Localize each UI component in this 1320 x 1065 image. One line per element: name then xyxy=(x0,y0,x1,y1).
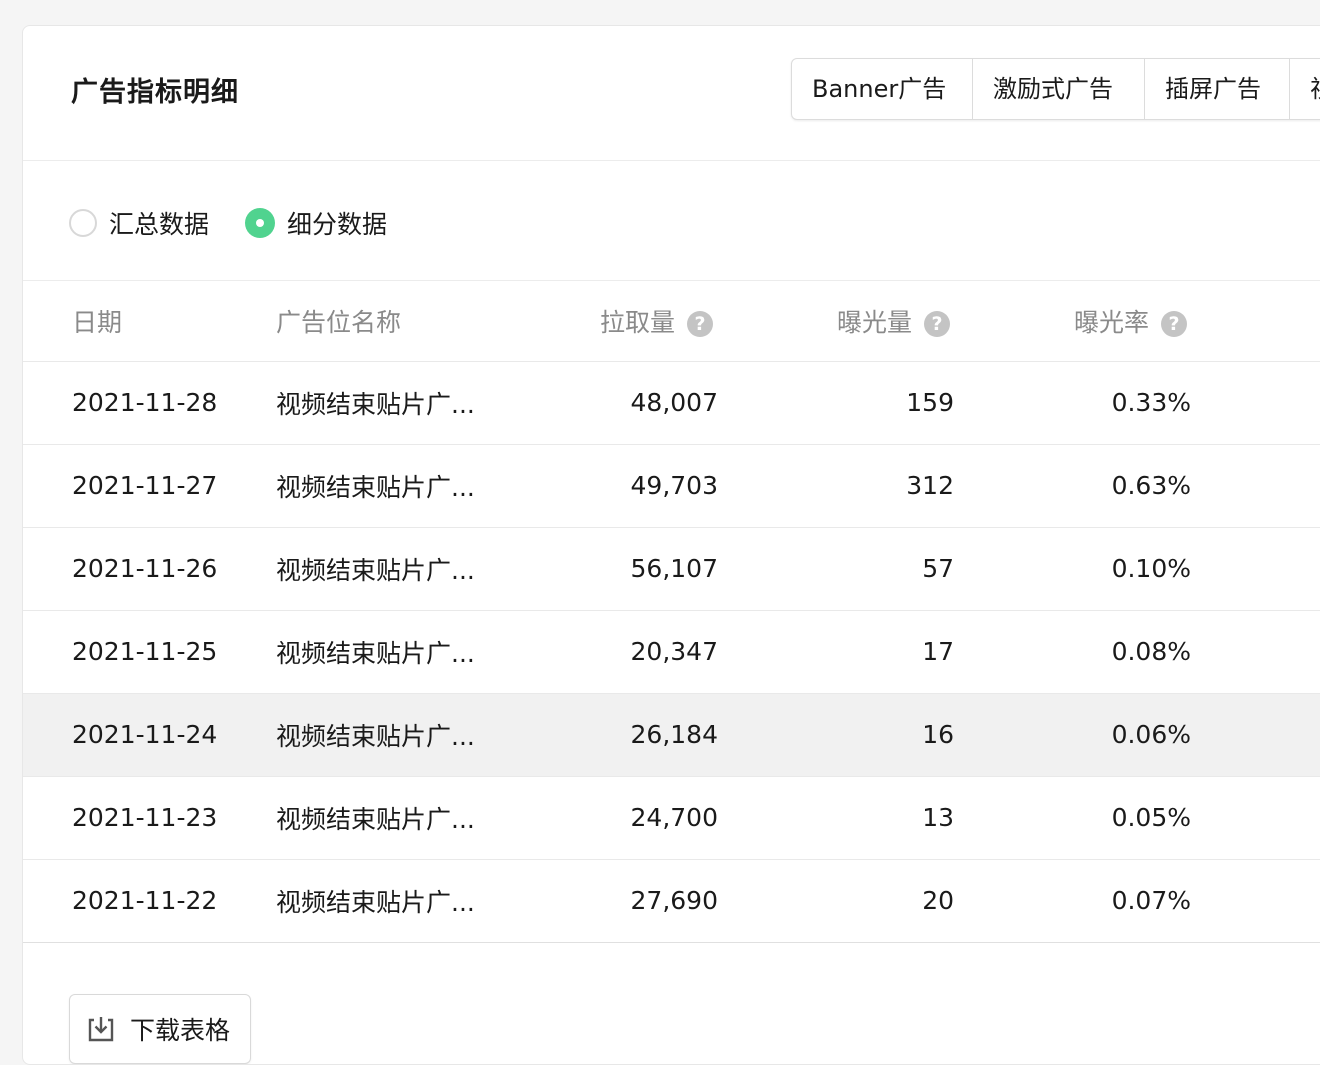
radio-breakdown-label: 细分数据 xyxy=(287,210,388,239)
cell-pull: 26,184 xyxy=(481,693,718,777)
data-mode-row: 汇总数据 细分数据 xyxy=(23,161,1320,281)
column-header-exposure: 曝光量? xyxy=(718,281,955,362)
download-label: 下载表格 xyxy=(130,1016,231,1045)
cell-rate: 0.05% xyxy=(955,776,1192,860)
tab-interstitial[interactable]: 插屏广告 xyxy=(1145,59,1290,119)
cell-rest xyxy=(1192,444,1320,528)
cell-exposure: 159 xyxy=(718,361,955,445)
cell-ad-slot: 视频结束贴片广... xyxy=(276,693,481,777)
cell-pull: 20,347 xyxy=(481,610,718,694)
download-table-button[interactable]: 下载表格 xyxy=(69,994,251,1064)
cell-exposure: 312 xyxy=(718,444,955,528)
cell-ad-slot: 视频结束贴片广... xyxy=(276,527,481,611)
help-icon[interactable]: ? xyxy=(1161,310,1187,337)
cell-date: 2021-11-26 xyxy=(23,527,276,611)
cell-rate: 0.06% xyxy=(955,693,1192,777)
table-row: 2021-11-27 视频结束贴片广... 49,703 312 0.63% xyxy=(23,444,1320,528)
cell-date: 2021-11-24 xyxy=(23,693,276,777)
radio-checked-icon xyxy=(245,208,275,238)
ad-metrics-card: 广告指标明细 Banner广告 激励式广告 插屏广告 视 汇总数据 细分数据 日… xyxy=(22,25,1320,1065)
cell-pull: 27,690 xyxy=(481,859,718,943)
help-icon[interactable]: ? xyxy=(687,310,713,337)
cell-date: 2021-11-22 xyxy=(23,859,276,943)
table-row: 2021-11-25 视频结束贴片广... 20,347 17 0.08% xyxy=(23,610,1320,694)
cell-pull: 49,703 xyxy=(481,444,718,528)
cell-rate: 0.10% xyxy=(955,527,1192,611)
radio-summary-label: 汇总数据 xyxy=(109,210,210,239)
cell-pull: 48,007 xyxy=(481,361,718,445)
cell-rate: 0.33% xyxy=(955,361,1192,445)
cell-ad-slot: 视频结束贴片广... xyxy=(276,361,481,445)
cell-rest xyxy=(1192,859,1320,943)
column-header-date: 日期 xyxy=(23,281,276,362)
cell-exposure: 57 xyxy=(718,527,955,611)
download-icon xyxy=(88,1017,114,1042)
cell-exposure: 13 xyxy=(718,776,955,860)
column-header-ad-slot: 广告位名称 xyxy=(276,281,481,362)
column-header-rest xyxy=(1192,281,1320,362)
cell-date: 2021-11-28 xyxy=(23,361,276,445)
cell-rate: 0.07% xyxy=(955,859,1192,943)
help-icon[interactable]: ? xyxy=(924,310,950,337)
table-row: 2021-11-28 视频结束贴片广... 48,007 159 0.33% xyxy=(23,361,1320,445)
metrics-table: 日期 广告位名称 拉取量? 曝光量? 曝光率? 2021-11-28 视频结束贴… xyxy=(23,281,1320,943)
cell-pull: 56,107 xyxy=(481,527,718,611)
radio-summary[interactable]: 汇总数据 xyxy=(69,205,209,241)
cell-rest xyxy=(1192,361,1320,445)
table-row: 2021-11-23 视频结束贴片广... 24,700 13 0.05% xyxy=(23,776,1320,860)
radio-unchecked-icon xyxy=(69,209,97,237)
cell-rest xyxy=(1192,776,1320,860)
cell-rate: 0.08% xyxy=(955,610,1192,694)
tab-video[interactable]: 视 xyxy=(1290,59,1320,119)
card-header: 广告指标明细 Banner广告 激励式广告 插屏广告 视 xyxy=(23,26,1320,161)
cell-ad-slot: 视频结束贴片广... xyxy=(276,776,481,860)
cell-ad-slot: 视频结束贴片广... xyxy=(276,444,481,528)
cell-rest xyxy=(1192,693,1320,777)
radio-breakdown[interactable]: 细分数据 xyxy=(245,205,387,241)
cell-ad-slot: 视频结束贴片广... xyxy=(276,610,481,694)
page-title: 广告指标明细 xyxy=(71,77,239,108)
cell-exposure: 17 xyxy=(718,610,955,694)
cell-ad-slot: 视频结束贴片广... xyxy=(276,859,481,943)
table-row: 2021-11-22 视频结束贴片广... 27,690 20 0.07% xyxy=(23,859,1320,943)
cell-date: 2021-11-25 xyxy=(23,610,276,694)
cell-rate: 0.63% xyxy=(955,444,1192,528)
table-row: 2021-11-26 视频结束贴片广... 56,107 57 0.10% xyxy=(23,527,1320,611)
table-header-row: 日期 广告位名称 拉取量? 曝光量? 曝光率? xyxy=(23,281,1320,362)
cell-exposure: 16 xyxy=(718,693,955,777)
cell-rest xyxy=(1192,527,1320,611)
column-header-rate: 曝光率? xyxy=(955,281,1192,362)
cell-rest xyxy=(1192,610,1320,694)
cell-exposure: 20 xyxy=(718,859,955,943)
cell-date: 2021-11-23 xyxy=(23,776,276,860)
column-header-pull: 拉取量? xyxy=(481,281,718,362)
tab-rewarded[interactable]: 激励式广告 xyxy=(973,59,1145,119)
tab-banner[interactable]: Banner广告 xyxy=(792,59,973,119)
cell-pull: 24,700 xyxy=(481,776,718,860)
ad-type-tabs: Banner广告 激励式广告 插屏广告 视 xyxy=(791,58,1320,120)
table-row-hovered: 2021-11-24 视频结束贴片广... 26,184 16 0.06% xyxy=(23,693,1320,777)
cell-date: 2021-11-27 xyxy=(23,444,276,528)
